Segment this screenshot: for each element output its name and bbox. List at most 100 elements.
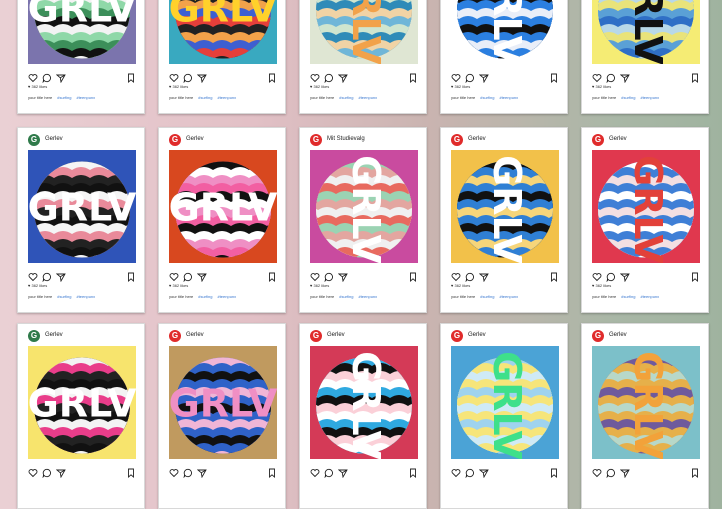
hashtag-link[interactable]: #surfing xyxy=(480,95,494,100)
post-image[interactable]: GRLV xyxy=(169,0,277,64)
hashtag-link[interactable]: #surfing xyxy=(339,95,353,100)
share-icon[interactable] xyxy=(55,70,66,84)
share-icon[interactable] xyxy=(619,269,630,283)
heart-icon[interactable] xyxy=(451,465,461,478)
share-icon[interactable] xyxy=(337,70,348,84)
heart-icon[interactable] xyxy=(592,465,602,478)
share-icon[interactable] xyxy=(196,465,207,479)
post-image[interactable]: GRLV xyxy=(592,0,700,64)
hashtag-link[interactable]: #teenpunx xyxy=(76,95,95,100)
avatar[interactable]: G xyxy=(310,134,322,146)
comment-icon[interactable] xyxy=(42,269,52,283)
post-image[interactable]: GRLV xyxy=(28,346,136,459)
avatar[interactable]: G xyxy=(28,330,40,342)
avatar[interactable]: G xyxy=(169,134,181,146)
hashtag-link[interactable]: #teenpunx xyxy=(76,294,95,299)
heart-icon[interactable] xyxy=(169,269,179,282)
post-image[interactable]: GRLV xyxy=(592,150,700,263)
heart-icon[interactable] xyxy=(310,465,320,478)
hashtag-link[interactable]: #teenpunx xyxy=(640,294,659,299)
hashtag-link[interactable]: #teenpunx xyxy=(217,294,236,299)
avatar[interactable]: G xyxy=(451,330,463,342)
avatar[interactable]: G xyxy=(28,134,40,146)
heart-icon[interactable] xyxy=(310,269,320,282)
comment-icon[interactable] xyxy=(42,70,52,84)
comment-icon[interactable] xyxy=(606,269,616,283)
avatar[interactable]: G xyxy=(592,330,604,342)
bookmark-icon[interactable] xyxy=(267,465,277,478)
share-icon[interactable] xyxy=(337,465,348,479)
hashtag-link[interactable]: #surfing xyxy=(621,294,635,299)
hashtag-link[interactable]: #teenpunx xyxy=(358,95,377,100)
comment-icon[interactable] xyxy=(465,269,475,283)
comment-icon[interactable] xyxy=(606,465,616,479)
comment-icon[interactable] xyxy=(42,465,52,479)
share-icon[interactable] xyxy=(478,465,489,479)
bookmark-icon[interactable] xyxy=(267,269,277,282)
comment-icon[interactable] xyxy=(183,269,193,283)
heart-icon[interactable] xyxy=(451,70,461,83)
hashtag-link[interactable]: #surfing xyxy=(57,95,71,100)
bookmark-icon[interactable] xyxy=(408,465,418,478)
comment-icon[interactable] xyxy=(465,70,475,84)
bookmark-icon[interactable] xyxy=(126,269,136,282)
bookmark-icon[interactable] xyxy=(408,269,418,282)
username[interactable]: Gerlev xyxy=(468,332,486,338)
post-image[interactable]: GRLV xyxy=(310,150,418,263)
username[interactable]: Gerlev xyxy=(609,136,627,142)
username[interactable]: Gerlev xyxy=(186,136,204,142)
comment-icon[interactable] xyxy=(465,465,475,479)
username[interactable]: Gerlev xyxy=(45,332,63,338)
hashtag-link[interactable]: #teenpunx xyxy=(217,95,236,100)
bookmark-icon[interactable] xyxy=(408,70,418,83)
username[interactable]: Gerlev xyxy=(468,136,486,142)
heart-icon[interactable] xyxy=(28,269,38,282)
post-image[interactable]: GRLV xyxy=(28,0,136,64)
hashtag-link[interactable]: #teenpunx xyxy=(499,294,518,299)
share-icon[interactable] xyxy=(619,70,630,84)
avatar[interactable]: G xyxy=(169,330,181,342)
heart-icon[interactable] xyxy=(592,70,602,83)
post-image[interactable]: GRLV xyxy=(310,346,418,459)
heart-icon[interactable] xyxy=(169,70,179,83)
heart-icon[interactable] xyxy=(169,465,179,478)
post-image[interactable]: GRLV xyxy=(451,0,559,64)
avatar[interactable]: G xyxy=(592,134,604,146)
username[interactable]: Gerlev xyxy=(327,332,345,338)
hashtag-link[interactable]: #surfing xyxy=(57,294,71,299)
avatar[interactable]: G xyxy=(451,134,463,146)
post-image[interactable]: GRLV xyxy=(310,0,418,64)
comment-icon[interactable] xyxy=(324,269,334,283)
heart-icon[interactable] xyxy=(28,70,38,83)
post-image[interactable]: GRLV xyxy=(169,150,277,263)
bookmark-icon[interactable] xyxy=(690,70,700,83)
hashtag-link[interactable]: #teenpunx xyxy=(499,95,518,100)
username[interactable]: Gerlev xyxy=(609,332,627,338)
bookmark-icon[interactable] xyxy=(690,465,700,478)
bookmark-icon[interactable] xyxy=(690,269,700,282)
heart-icon[interactable] xyxy=(451,269,461,282)
share-icon[interactable] xyxy=(619,465,630,479)
post-image[interactable]: GRLV xyxy=(169,346,277,459)
share-icon[interactable] xyxy=(478,269,489,283)
post-image[interactable]: GRLV xyxy=(592,346,700,459)
comment-icon[interactable] xyxy=(324,465,334,479)
username[interactable]: Mit Studievalg xyxy=(327,136,365,142)
username[interactable]: Gerlev xyxy=(45,136,63,142)
post-image[interactable]: GRLV xyxy=(451,346,559,459)
share-icon[interactable] xyxy=(478,70,489,84)
hashtag-link[interactable]: #surfing xyxy=(480,294,494,299)
bookmark-icon[interactable] xyxy=(549,465,559,478)
comment-icon[interactable] xyxy=(183,70,193,84)
comment-icon[interactable] xyxy=(606,70,616,84)
hashtag-link[interactable]: #teenpunx xyxy=(640,95,659,100)
comment-icon[interactable] xyxy=(183,465,193,479)
bookmark-icon[interactable] xyxy=(549,70,559,83)
hashtag-link[interactable]: #surfing xyxy=(198,95,212,100)
share-icon[interactable] xyxy=(55,269,66,283)
post-image[interactable]: GRLV xyxy=(451,150,559,263)
heart-icon[interactable] xyxy=(310,70,320,83)
share-icon[interactable] xyxy=(196,70,207,84)
share-icon[interactable] xyxy=(337,269,348,283)
username[interactable]: Gerlev xyxy=(186,332,204,338)
